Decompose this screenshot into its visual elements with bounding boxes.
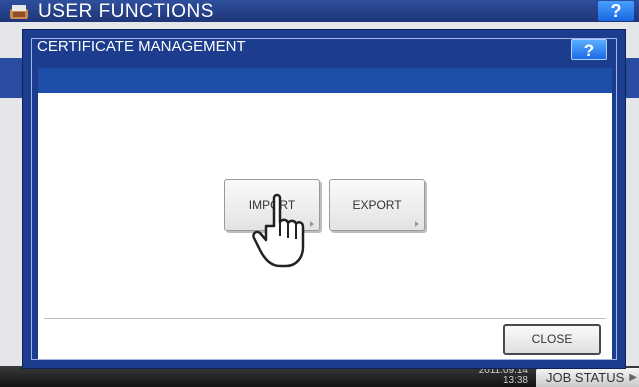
dialog-title: CERTIFICATE MANAGEMENT — [37, 38, 246, 55]
dialog-help-button[interactable]: ? — [571, 39, 607, 60]
export-label: EXPORT — [352, 198, 402, 212]
export-button[interactable]: EXPORT — [329, 179, 425, 231]
job-status-button[interactable]: JOB STATUS ▶ — [536, 368, 639, 387]
time-text: 13:38 — [502, 375, 528, 386]
divider — [44, 318, 606, 319]
dialog-header-bar — [38, 68, 612, 93]
close-button[interactable]: CLOSE — [503, 324, 601, 355]
background-help-button[interactable]: ? — [598, 1, 634, 21]
background-title-bar: USER FUNCTIONS ? — [0, 0, 639, 22]
dialog-content: IMPORT EXPORT CLOSE — [38, 93, 612, 359]
background-title: USER FUNCTIONS — [38, 1, 214, 22]
datetime-display: 2011.09.14 13:38 — [462, 366, 528, 387]
job-status-label: JOB STATUS — [546, 370, 625, 385]
arrow-right-icon — [310, 221, 314, 227]
user-functions-icon — [10, 5, 28, 19]
arrow-right-icon: ▶ — [629, 372, 637, 383]
certificate-management-dialog: CERTIFICATE MANAGEMENT ? IMPORT EXPORT C… — [22, 29, 626, 369]
arrow-right-icon — [415, 221, 419, 227]
pointing-hand-icon — [252, 193, 305, 268]
